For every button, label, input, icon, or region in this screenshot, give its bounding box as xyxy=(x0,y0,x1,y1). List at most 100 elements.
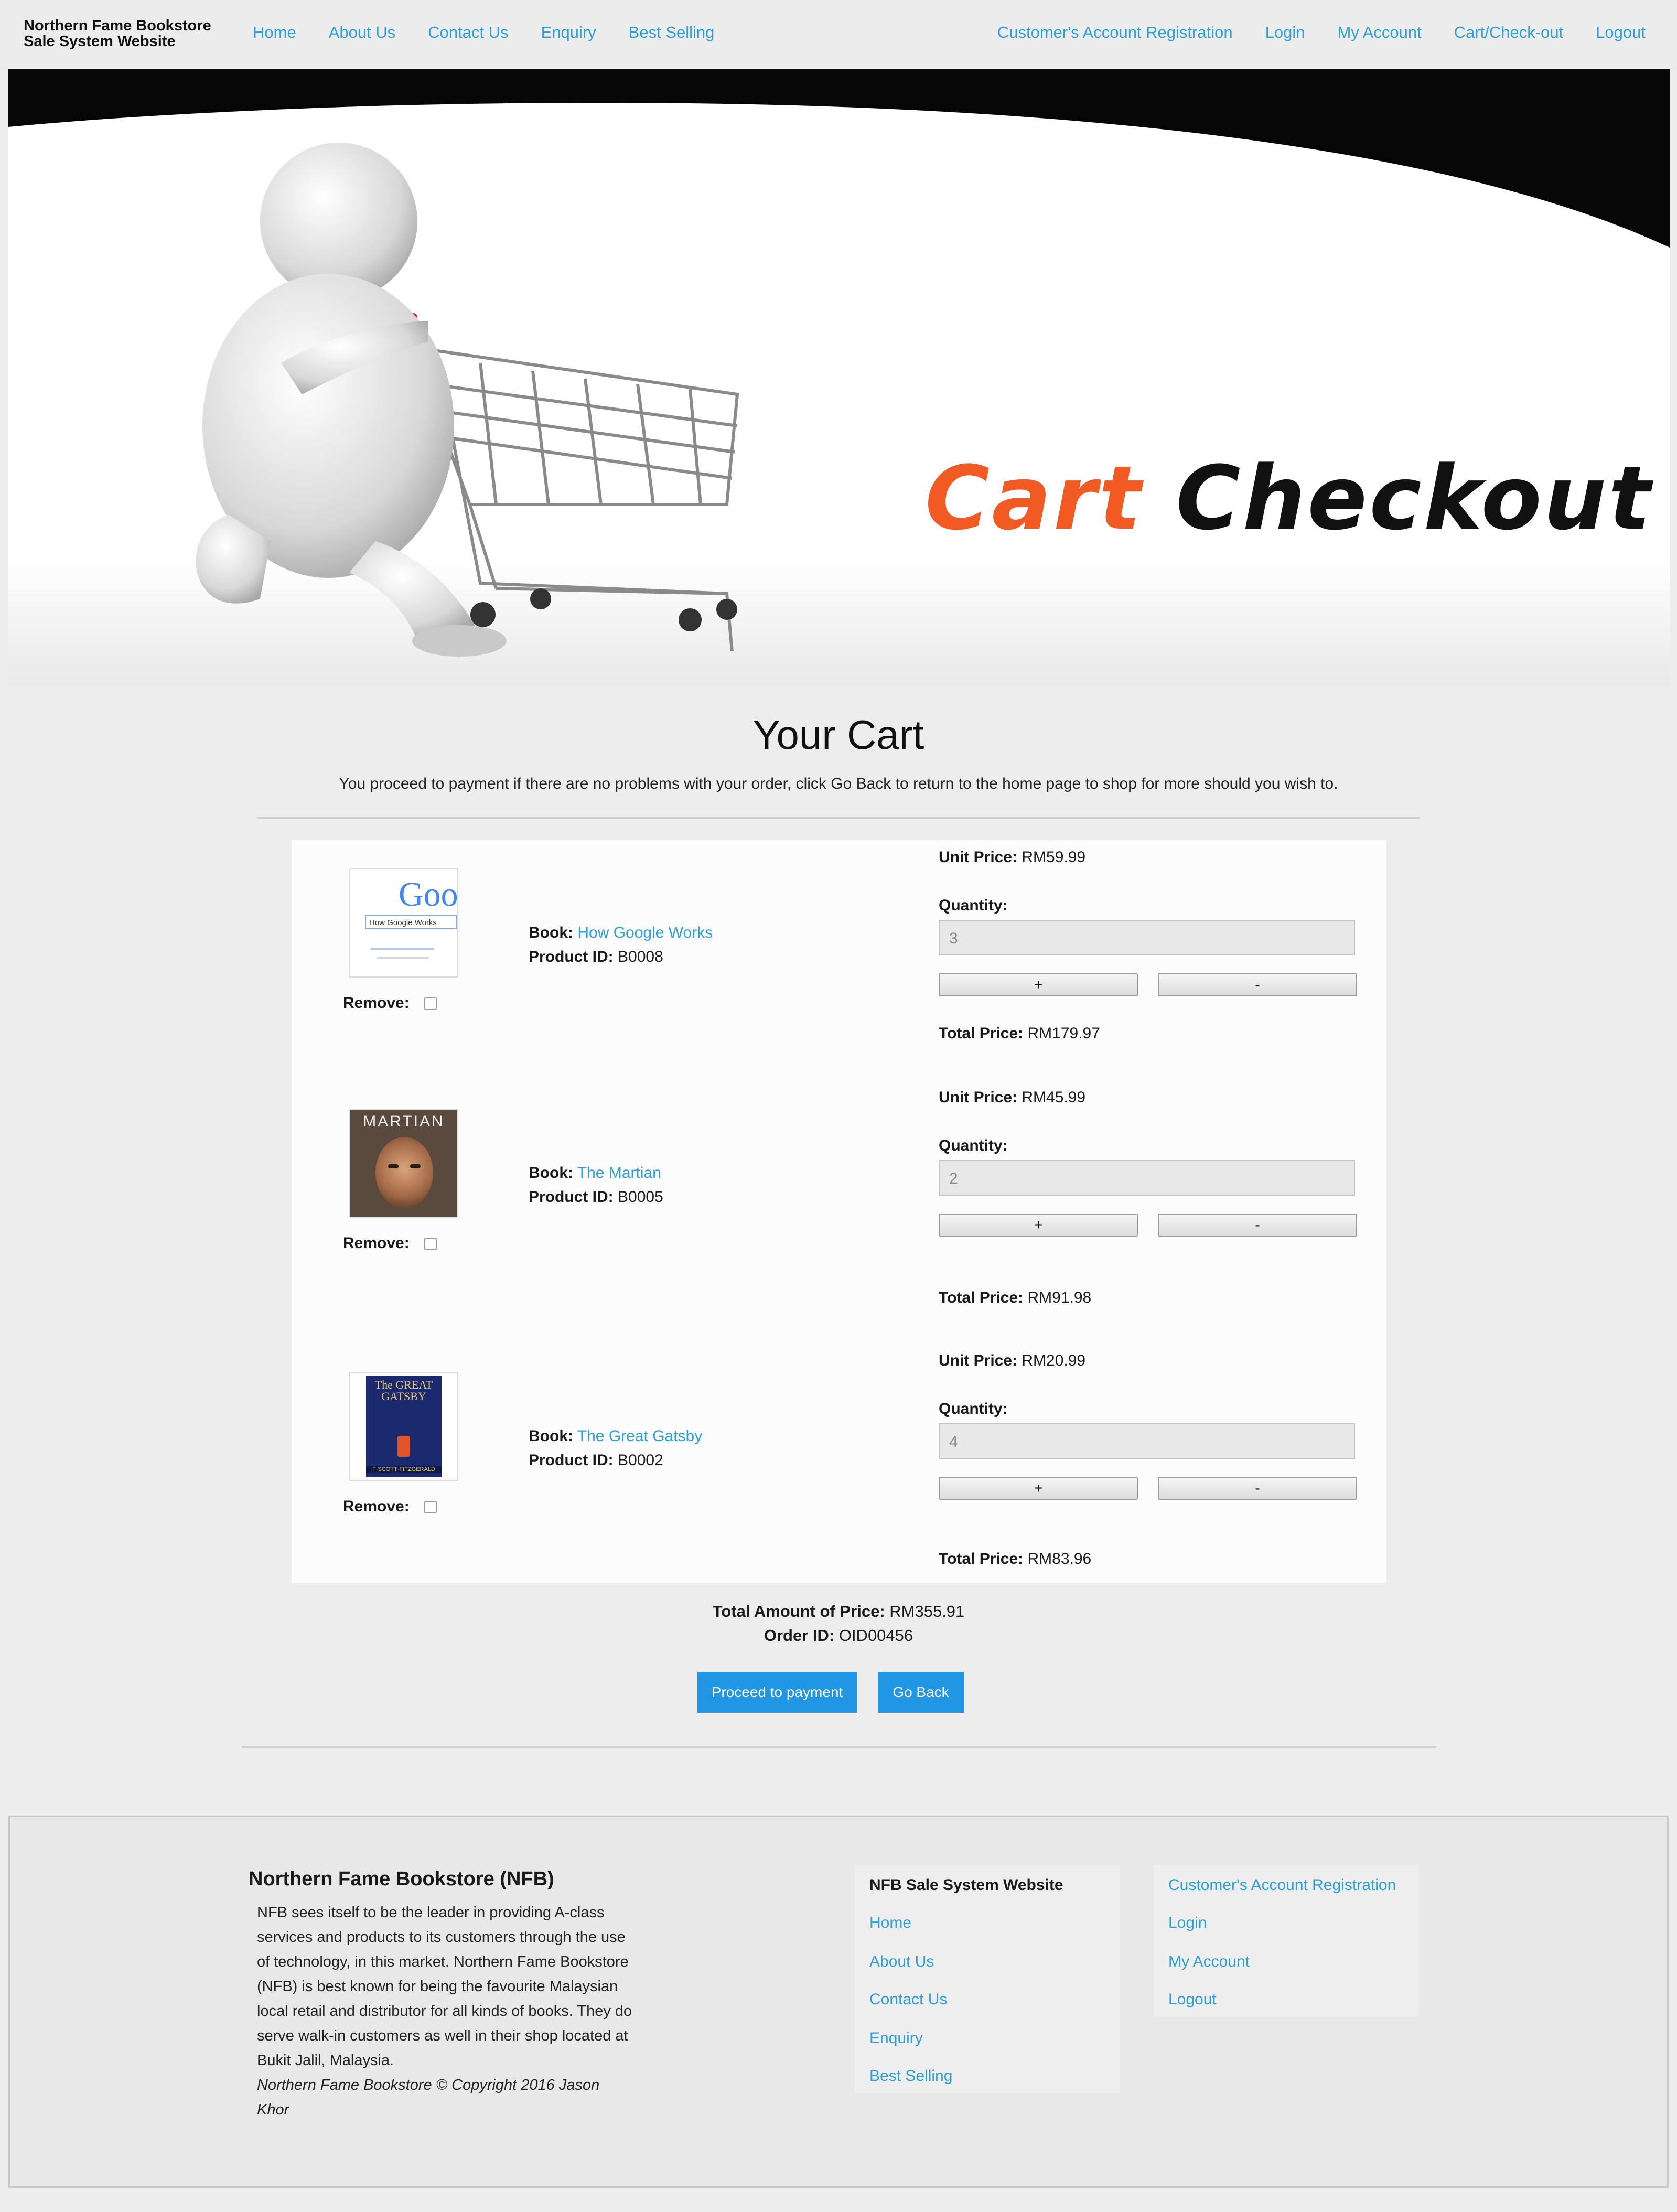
site-brand[interactable]: Northern Fame Bookstore Sale System Webs… xyxy=(24,18,211,49)
nav-home-link[interactable]: Home xyxy=(253,23,296,42)
cover-text: MARTIAN xyxy=(363,1113,445,1130)
top-navbar: Northern Fame Bookstore Sale System Webs… xyxy=(0,0,1677,69)
cover-author: F·SCOTT·FITZGERALD xyxy=(366,1466,442,1473)
book-cover-image: The GREAT GATSBY F·SCOTT·FITZGERALD xyxy=(349,1372,458,1481)
quantity-input[interactable]: 2 xyxy=(939,1160,1355,1196)
nav-registration-link[interactable]: Customer's Account Registration xyxy=(997,23,1233,42)
book-label: Book: xyxy=(529,924,573,941)
quantity-label: Quantity: xyxy=(939,897,1008,914)
price-panel: Unit Price: RM20.99 Quantity: 4 + - Tota… xyxy=(939,1352,1358,1577)
remove-checkbox[interactable] xyxy=(424,997,437,1011)
nav-logout-link[interactable]: Logout xyxy=(1596,23,1646,42)
remove-control: Remove: xyxy=(343,1234,437,1252)
remove-checkbox[interactable] xyxy=(424,1501,437,1514)
decrease-quantity-button[interactable]: - xyxy=(1158,973,1357,996)
unit-price-label: Unit Price: xyxy=(939,849,1018,866)
nav-about-link[interactable]: About Us xyxy=(329,23,396,42)
brand-line-1: Northern Fame Bookstore xyxy=(24,17,211,34)
hero-title: Cart Checkout xyxy=(925,447,1653,550)
product-id-label: Product ID: xyxy=(529,1188,614,1206)
unit-price-value: RM20.99 xyxy=(1022,1352,1086,1369)
book-label: Book: xyxy=(529,1164,573,1182)
quantity-input[interactable]: 3 xyxy=(939,920,1355,955)
total-price-label: Total Price: xyxy=(939,1289,1024,1306)
hero-title-cart: Cart xyxy=(925,447,1143,550)
nav-left-links: Home About Us Contact Us Enquiry Best Se… xyxy=(253,23,747,42)
book-title-link[interactable]: How Google Works xyxy=(577,924,713,941)
order-id-value: OID00456 xyxy=(838,1626,913,1645)
quantity-label: Quantity: xyxy=(939,1137,1008,1154)
footer-links-account: Customer's Account Registration Login My… xyxy=(1154,1865,1419,2017)
remove-control: Remove: xyxy=(343,1498,437,1516)
remove-label: Remove: xyxy=(343,1498,410,1515)
cart-items-panel: Goo How Google Works Remove: Book: How G… xyxy=(292,840,1386,1583)
increase-quantity-button[interactable]: + xyxy=(939,1477,1138,1500)
footer-enquiry-link[interactable]: Enquiry xyxy=(869,2030,923,2047)
nav-right-links: Customer's Account Registration Login My… xyxy=(965,23,1646,42)
footer-about: NFB sees itself to be the leader in prov… xyxy=(257,1900,635,2122)
hero-illustration xyxy=(8,69,1670,686)
product-id-value: B0002 xyxy=(618,1452,663,1469)
cover-text-2: GATSBY xyxy=(381,1390,426,1403)
increase-quantity-button[interactable]: + xyxy=(939,973,1138,996)
footer-contact-link[interactable]: Contact Us xyxy=(869,1991,947,2009)
footer-logout-link[interactable]: Logout xyxy=(1168,1991,1217,2009)
total-amount-label: Total Amount of Price: xyxy=(712,1602,885,1620)
book-cover-image: Goo How Google Works xyxy=(349,868,458,978)
footer-best-selling-link[interactable]: Best Selling xyxy=(869,2067,952,2085)
order-id-label: Order ID: xyxy=(764,1626,835,1645)
remove-label: Remove: xyxy=(343,994,410,1012)
book-cover-image: MARTIAN xyxy=(349,1109,458,1218)
go-back-button[interactable]: Go Back xyxy=(878,1672,964,1713)
footer-login-link[interactable]: Login xyxy=(1168,1914,1207,1932)
nav-my-account-link[interactable]: My Account xyxy=(1337,23,1421,42)
remove-control: Remove: xyxy=(343,994,437,1012)
footer-description: NFB sees itself to be the leader in prov… xyxy=(257,1904,632,2069)
divider xyxy=(257,817,1420,819)
cart-item: Goo How Google Works Remove: Book: How G… xyxy=(292,840,1386,1060)
nav-contact-link[interactable]: Contact Us xyxy=(428,23,508,42)
cart-item: The GREAT GATSBY F·SCOTT·FITZGERALD Remo… xyxy=(292,1344,1386,1583)
book-title-link[interactable]: The Great Gatsby xyxy=(577,1427,702,1445)
order-summary: Total Amount of Price: RM355.91 Order ID… xyxy=(0,1599,1677,1648)
footer-about-link[interactable]: About Us xyxy=(869,1953,934,1971)
book-title-link[interactable]: The Martian xyxy=(577,1164,661,1182)
unit-price-label: Unit Price: xyxy=(939,1352,1018,1369)
nav-cart-checkout-link[interactable]: Cart/Check-out xyxy=(1454,23,1563,42)
footer-registration-link[interactable]: Customer's Account Registration xyxy=(1168,1876,1396,1894)
price-panel: Unit Price: RM45.99 Quantity: 2 + - Tota… xyxy=(939,1089,1358,1319)
price-panel: Unit Price: RM59.99 Quantity: 3 + - Tota… xyxy=(939,849,1358,1058)
footer-title: Northern Fame Bookstore (NFB) xyxy=(249,1868,554,1890)
total-price-value: RM83.96 xyxy=(1027,1550,1092,1567)
cart-intro-text: You proceed to payment if there are no p… xyxy=(339,775,1338,792)
decrease-quantity-button[interactable]: - xyxy=(1158,1477,1357,1500)
cover-text: Goo xyxy=(399,875,458,914)
cart-item: MARTIAN Remove: Book: The Martian Produc… xyxy=(292,1080,1386,1322)
nav-login-link[interactable]: Login xyxy=(1265,23,1305,42)
remove-checkbox[interactable] xyxy=(424,1238,437,1251)
product-id-value: B0008 xyxy=(618,948,663,965)
increase-quantity-button[interactable]: + xyxy=(939,1214,1138,1237)
nav-enquiry-link[interactable]: Enquiry xyxy=(541,23,596,42)
footer-home-link[interactable]: Home xyxy=(869,1914,911,1932)
quantity-label: Quantity: xyxy=(939,1400,1008,1418)
hero-title-checkout: Checkout xyxy=(1176,447,1653,550)
product-id-label: Product ID: xyxy=(529,948,614,965)
brand-line-2: Sale System Website xyxy=(24,33,176,50)
decrease-quantity-button[interactable]: - xyxy=(1158,1214,1357,1237)
product-id-label: Product ID: xyxy=(529,1452,614,1469)
total-price-label: Total Price: xyxy=(939,1550,1024,1567)
proceed-to-payment-button[interactable]: Proceed to payment xyxy=(697,1672,857,1713)
unit-price-label: Unit Price: xyxy=(939,1089,1018,1106)
total-amount-value: RM355.91 xyxy=(889,1602,965,1620)
quantity-input[interactable]: 4 xyxy=(939,1423,1355,1459)
remove-label: Remove: xyxy=(343,1234,410,1252)
footer-copyright: Northern Fame Bookstore © Copyright 2016… xyxy=(257,2077,600,2118)
book-info: Book: The Great Gatsby Product ID: B0002 xyxy=(529,1424,702,1473)
total-price-label: Total Price: xyxy=(939,1025,1024,1042)
page-title: Your Cart xyxy=(752,712,924,758)
nav-best-selling-link[interactable]: Best Selling xyxy=(629,23,715,42)
book-info: Book: The Martian Product ID: B0005 xyxy=(529,1161,663,1209)
total-price-value: RM91.98 xyxy=(1027,1289,1092,1306)
footer-my-account-link[interactable]: My Account xyxy=(1168,1953,1250,1971)
